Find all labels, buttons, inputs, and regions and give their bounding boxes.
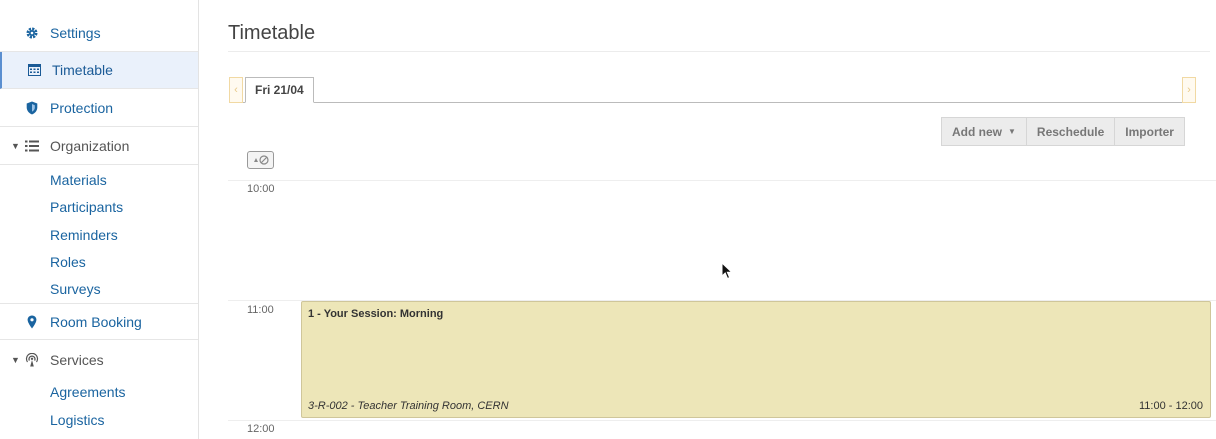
list-icon bbox=[24, 138, 40, 154]
sidebar-item-label: Timetable bbox=[52, 62, 113, 78]
session-title: 1 - Your Session: Morning bbox=[308, 308, 444, 320]
hour-label: 10:00 bbox=[247, 183, 275, 195]
caret-down-icon: ▼ bbox=[11, 354, 20, 365]
caret-down-icon: ▼ bbox=[1008, 127, 1016, 136]
chevron-left-icon: ‹ bbox=[234, 84, 238, 96]
session-room: 3-R-002 - Teacher Training Room, CERN bbox=[308, 400, 509, 412]
reschedule-button[interactable]: Reschedule bbox=[1025, 117, 1116, 146]
next-day-button[interactable]: › bbox=[1182, 77, 1196, 103]
caret-down-icon: ▼ bbox=[11, 141, 20, 151]
sidebar-subitem-agreements[interactable]: Agreements bbox=[50, 384, 125, 400]
prev-day-button[interactable]: ‹ bbox=[229, 77, 243, 103]
toolbar: Add new ▼ Reschedule Importer bbox=[941, 117, 1185, 146]
calendar-icon bbox=[26, 62, 42, 78]
sidebar-item-label: Protection bbox=[50, 100, 114, 116]
sidebar-item-room-booking[interactable]: Room Booking bbox=[0, 303, 198, 340]
hour-line bbox=[228, 180, 1216, 181]
sidebar-item-settings[interactable]: Settings bbox=[0, 15, 198, 52]
title-divider bbox=[228, 51, 1210, 52]
tab-strip-line bbox=[243, 102, 1182, 103]
page-title: Timetable bbox=[228, 22, 316, 44]
sidebar-item-label: Room Booking bbox=[50, 313, 142, 330]
sidebar-item-label: Settings bbox=[50, 25, 101, 41]
sidebar-subitem-materials[interactable]: Materials bbox=[50, 172, 107, 188]
map-pin-icon bbox=[24, 314, 40, 330]
session-block[interactable]: 1 - Your Session: Morning 3-R-002 - Teac… bbox=[301, 301, 1211, 418]
sidebar-item-label: Organization bbox=[50, 138, 130, 154]
broadcast-icon bbox=[24, 352, 40, 368]
sidebar-subitem-logistics[interactable]: Logistics bbox=[50, 412, 104, 428]
tab-day[interactable]: Fri 21/04 bbox=[245, 77, 314, 103]
sidebar-item-protection[interactable]: Protection bbox=[0, 90, 198, 127]
session-block-icon[interactable] bbox=[247, 151, 274, 169]
sidebar-item-services[interactable]: ▼ Services bbox=[0, 341, 198, 378]
sidebar-item-organization[interactable]: ▼ Organization bbox=[0, 128, 198, 165]
gear-icon bbox=[24, 25, 40, 41]
chevron-right-icon: › bbox=[1187, 84, 1191, 96]
shield-icon bbox=[24, 100, 40, 116]
sidebar: Settings Timetable Protection ▼ Organiza… bbox=[0, 0, 199, 439]
sidebar-subitem-roles[interactable]: Roles bbox=[50, 254, 86, 270]
session-time: 11:00 - 12:00 bbox=[1138, 400, 1203, 412]
add-new-label: Add new bbox=[952, 124, 1002, 139]
sidebar-item-timetable[interactable]: Timetable bbox=[0, 52, 198, 89]
sidebar-item-label: Services bbox=[50, 351, 104, 368]
add-new-button[interactable]: Add new ▼ bbox=[941, 117, 1027, 146]
hour-label: 12:00 bbox=[247, 423, 275, 435]
sidebar-subitem-surveys[interactable]: Surveys bbox=[50, 281, 101, 297]
sidebar-subitem-reminders[interactable]: Reminders bbox=[50, 227, 118, 243]
mouse-cursor-icon bbox=[721, 262, 733, 280]
sidebar-subitem-participants[interactable]: Participants bbox=[50, 199, 123, 215]
hour-label: 11:00 bbox=[247, 304, 274, 316]
hour-line bbox=[228, 420, 1216, 421]
importer-button[interactable]: Importer bbox=[1114, 117, 1185, 146]
